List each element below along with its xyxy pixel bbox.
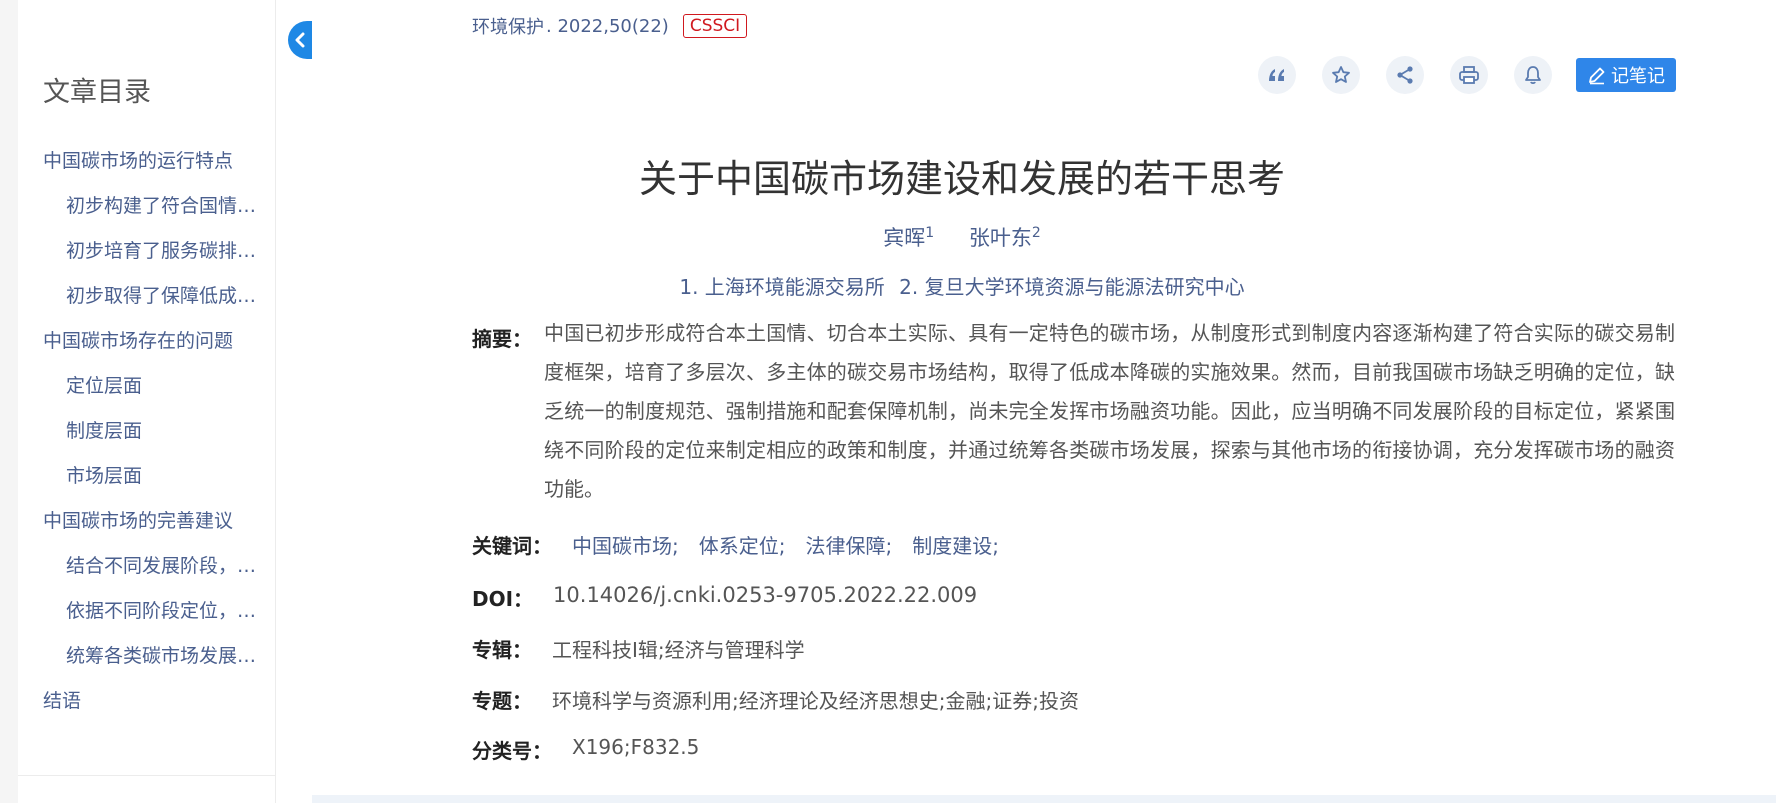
author-list: 宾晖1 张叶东2 [312,222,1612,252]
article-title: 关于中国碳市场建设和发展的若干思考 [638,157,1285,201]
affiliation-link[interactable]: 2. 复旦大学环境资源与能源法研究中心 [899,275,1244,299]
abstract-label: 摘要： [472,327,532,351]
toc-list: 中国碳市场的运行特点 初步构建了符合国情的... 初步培育了服务碳排放... 初步取得… [43,150,273,735]
classification-value: X196;F832.5 [572,735,700,759]
abstract-section: 摘要： 中国已初步形成符合本土国情、切合本土实际、具有一定特色的碳市场，从制度形… [472,321,1675,509]
doi-section: DOI： 10.14026/j.cnki.0253-9705.2022.22.0… [472,583,977,612]
toc-item[interactable]: 中国碳市场的完善建议 [43,510,273,555]
toc-item[interactable]: 定位层面 [43,375,273,420]
print-icon [1459,66,1479,84]
album-value: 工程科技Ⅰ辑;经济与管理科学 [552,638,805,662]
keyword-link[interactable]: 制度建设; [912,530,999,559]
author-link[interactable]: 宾晖1 [883,225,935,250]
share-button[interactable] [1386,56,1424,94]
print-button[interactable] [1450,56,1488,94]
take-note-label: 记笔记 [1611,66,1665,87]
toc-item[interactable]: 统筹各类碳市场发展，... [43,645,273,690]
subscribe-button[interactable] [1514,56,1552,94]
author-name: 张叶东 [968,226,1032,250]
chevron-left-icon [295,32,305,48]
toc-item[interactable]: 初步构建了符合国情的... [43,195,273,240]
author-name: 宾晖 [883,226,926,250]
topic-value: 环境科学与资源利用;经济理论及经济思想史;金融;证券;投资 [552,689,1079,713]
toc-item[interactable]: 初步取得了保障低成本... [43,285,273,330]
keywords-section: 关键词： 中国碳市场; 体系定位; 法律保障; 制度建设; [472,530,999,559]
classification-section: 分类号： X196;F832.5 [472,735,699,764]
toc-item[interactable]: 中国碳市场存在的问题 [43,330,273,375]
collapse-sidebar-button[interactable] [288,21,312,59]
cssci-badge: CSSCI [682,14,748,38]
album-section: 专辑： 工程科技Ⅰ辑;经济与管理科学 [472,634,805,663]
article-main: 环境保护 . 2022,50(22) CSSCI 记笔记 关于中国碳市场建设和发… [312,0,1776,803]
pen-icon [1589,67,1605,85]
favorite-button[interactable] [1322,56,1360,94]
keyword-link[interactable]: 中国碳市场; [572,530,679,559]
bell-icon [1525,66,1541,85]
author-affiliation-index: 2 [1031,225,1041,241]
toc-title: 文章目录 [43,77,151,108]
toc-item[interactable]: 制度层面 [43,420,273,465]
keyword-link[interactable]: 体系定位; [699,530,786,559]
star-icon [1332,66,1350,83]
quote-button[interactable] [1258,56,1296,94]
journal-link[interactable]: 环境保护 [472,13,544,39]
toc-item[interactable]: 中国碳市场的运行特点 [43,150,273,195]
affiliation-link[interactable]: 1. 上海环境能源交易所 [679,275,884,299]
take-note-button[interactable]: 记笔记 [1576,58,1676,92]
abstract-text: 中国已初步形成符合本土国情、切合本土实际、具有一定特色的碳市场，从制度形式到制度… [544,321,1675,501]
share-icon [1397,66,1413,84]
article-toolbar: 记笔记 [1258,56,1676,94]
topic-section: 专题： 环境科学与资源利用;经济理论及经济思想史;金融;证券;投资 [472,685,1079,714]
sidebar-divider [18,775,275,776]
toc-item[interactable]: 结语 [43,690,273,735]
toc-item[interactable]: 依据不同阶段定位，完... [43,600,273,645]
author-link[interactable]: 张叶东2 [968,225,1041,250]
topic-label: 专题： [472,689,532,713]
left-gutter [0,0,18,803]
keywords-label: 关键词： [472,534,552,558]
affiliation-list: 1. 上海环境能源交易所 2. 复旦大学环境资源与能源法研究中心 [312,271,1612,300]
author-affiliation-index: 1 [925,225,935,241]
journal-issue[interactable]: . 2022,50(22) [546,16,669,37]
classification-label: 分类号： [472,739,552,763]
doi-label: DOI： [472,587,534,611]
keyword-link[interactable]: 法律保障; [806,530,893,559]
toc-item[interactable]: 结合不同发展阶段，确... [43,555,273,600]
quote-icon [1269,69,1284,81]
doi-value: 10.14026/j.cnki.0253-9705.2022.22.009 [553,583,978,607]
toc-item[interactable]: 市场层面 [43,465,273,510]
source-line: 环境保护 . 2022,50(22) CSSCI [472,13,748,39]
album-label: 专辑： [472,638,532,662]
toc-item[interactable]: 初步培育了服务碳排放... [43,240,273,285]
article-toc-sidebar: 文章目录 中国碳市场的运行特点 初步构建了符合国情的... 初步培育了服务碳排放..… [18,0,276,803]
bottom-strip [312,795,1776,803]
